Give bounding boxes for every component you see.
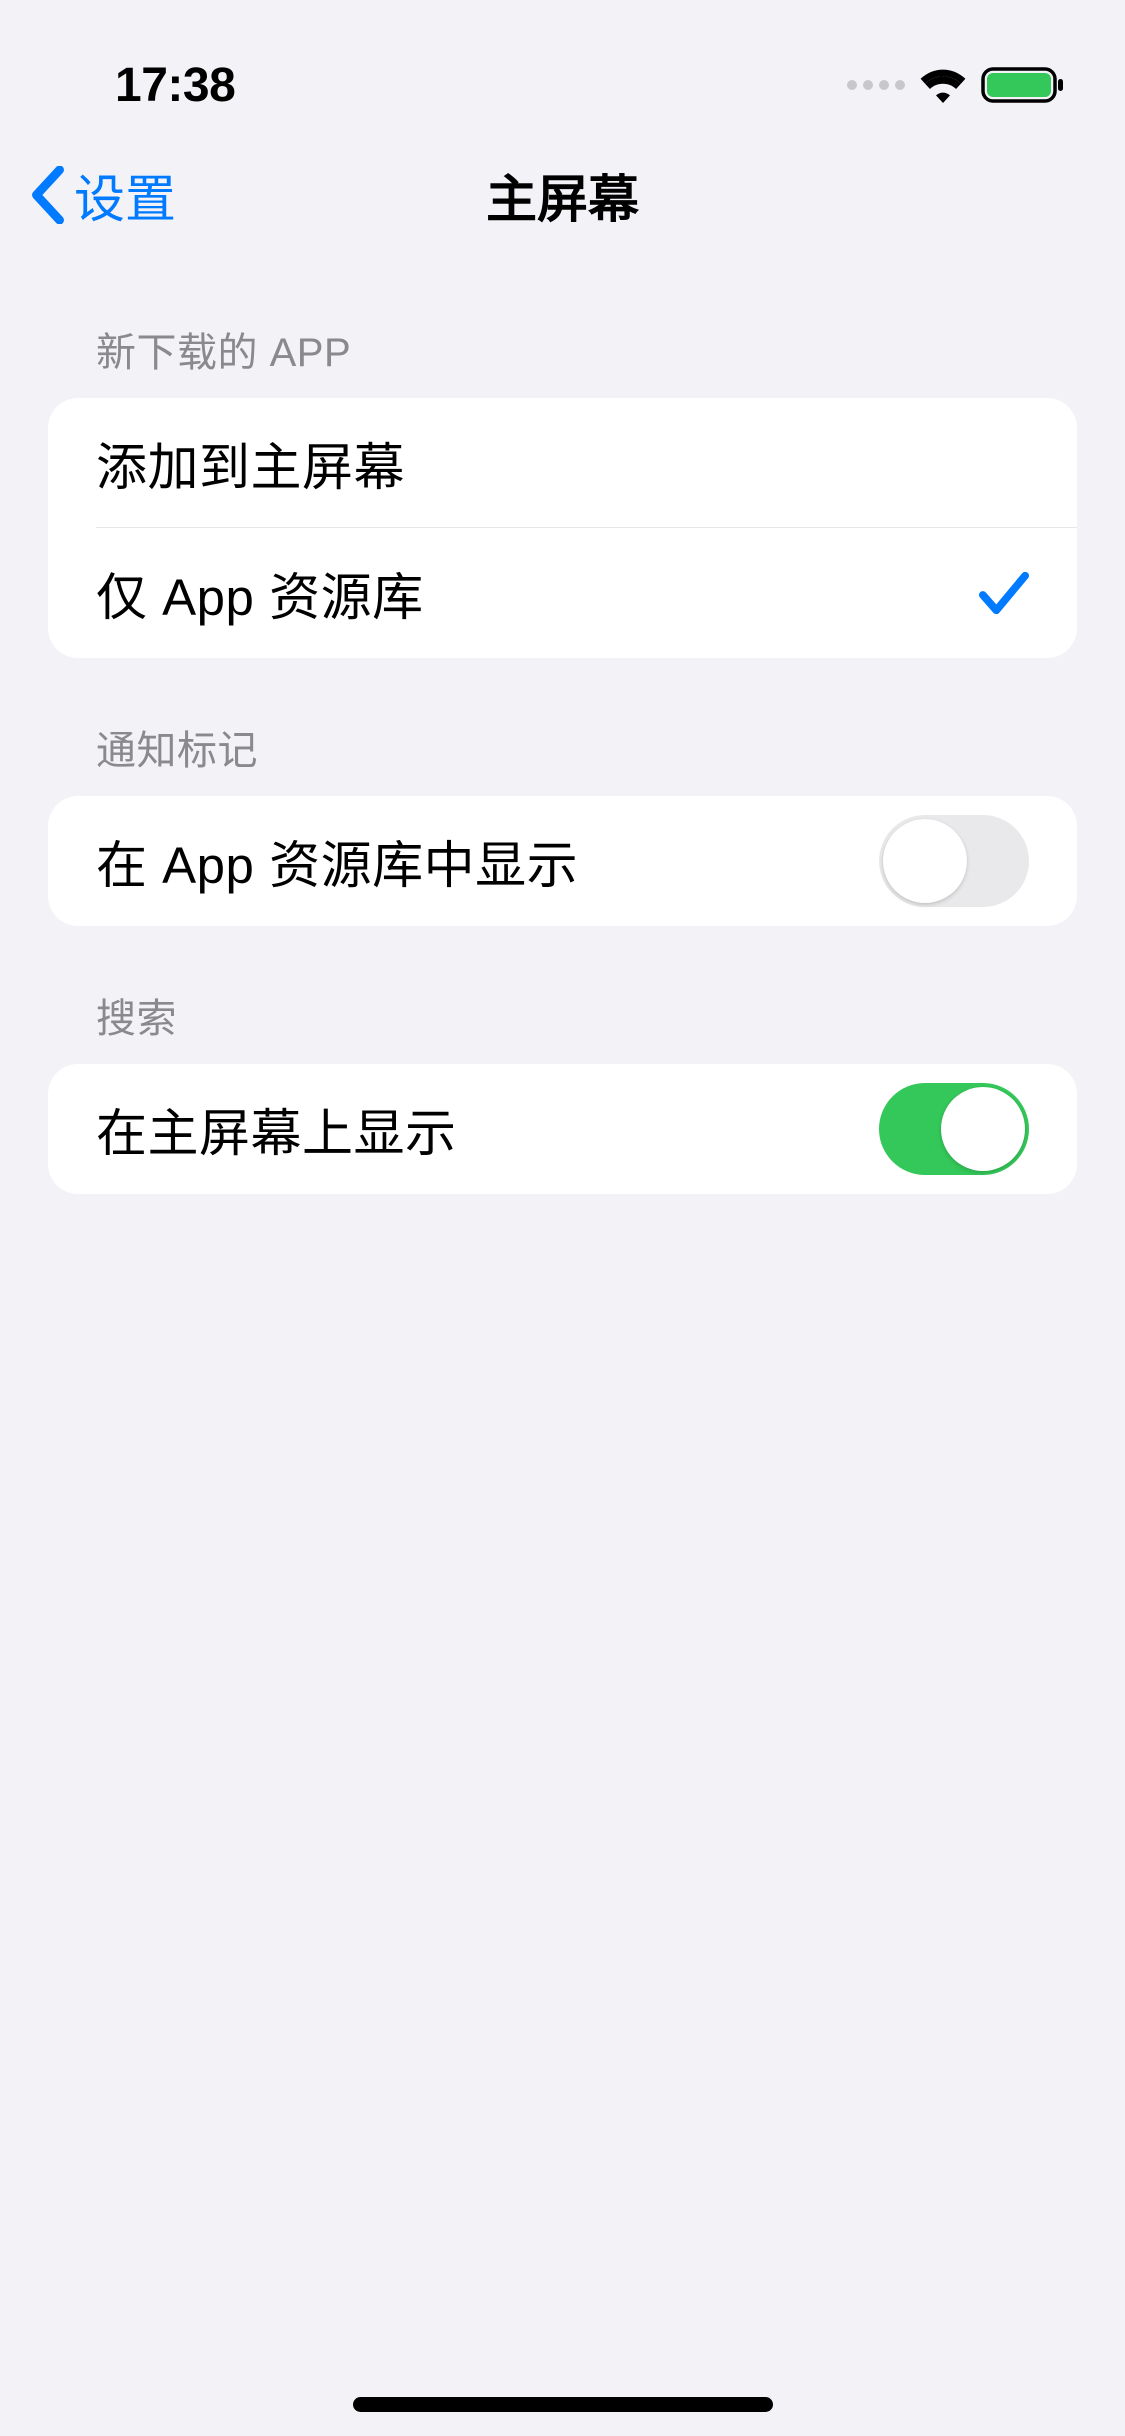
- section-header-badges: 通知标记: [48, 658, 1077, 796]
- toggle-knob: [941, 1087, 1025, 1171]
- battery-icon: [981, 65, 1065, 105]
- toggle-show-in-app-library[interactable]: [879, 815, 1029, 907]
- section-header-search: 搜索: [48, 926, 1077, 1064]
- row-show-on-home[interactable]: 在主屏幕上显示: [48, 1064, 1077, 1194]
- page-title: 主屏幕: [486, 158, 639, 232]
- group-badges: 在 App 资源库中显示: [48, 796, 1077, 926]
- option-add-to-home[interactable]: 添加到主屏幕: [48, 398, 1077, 528]
- wifi-icon: [919, 67, 967, 103]
- status-time: 17:38: [115, 58, 235, 113]
- option-label: 仅 App 资源库: [96, 556, 424, 630]
- home-indicator[interactable]: [353, 2397, 773, 2412]
- section-header-new-apps: 新下载的 APP: [48, 260, 1077, 398]
- back-button[interactable]: 设置: [20, 152, 186, 238]
- row-label: 在 App 资源库中显示: [96, 824, 578, 898]
- option-label: 添加到主屏幕: [96, 426, 405, 500]
- row-label: 在主屏幕上显示: [96, 1092, 457, 1166]
- status-indicators: [847, 65, 1065, 105]
- toggle-show-on-home[interactable]: [879, 1083, 1029, 1175]
- row-show-in-app-library[interactable]: 在 App 资源库中显示: [48, 796, 1077, 926]
- option-app-library-only[interactable]: 仅 App 资源库: [48, 528, 1077, 658]
- chevron-left-icon: [30, 166, 66, 224]
- status-bar: 17:38: [0, 0, 1125, 130]
- nav-bar: 设置 主屏幕: [0, 130, 1125, 260]
- toggle-knob: [883, 819, 967, 903]
- cellular-dots-icon: [847, 80, 905, 90]
- checkmark-icon: [979, 569, 1029, 617]
- group-search: 在主屏幕上显示: [48, 1064, 1077, 1194]
- group-new-apps: 添加到主屏幕 仅 App 资源库: [48, 398, 1077, 658]
- content: 新下载的 APP 添加到主屏幕 仅 App 资源库 通知标记 在 App 资源库…: [0, 260, 1125, 1194]
- back-label: 设置: [74, 158, 176, 232]
